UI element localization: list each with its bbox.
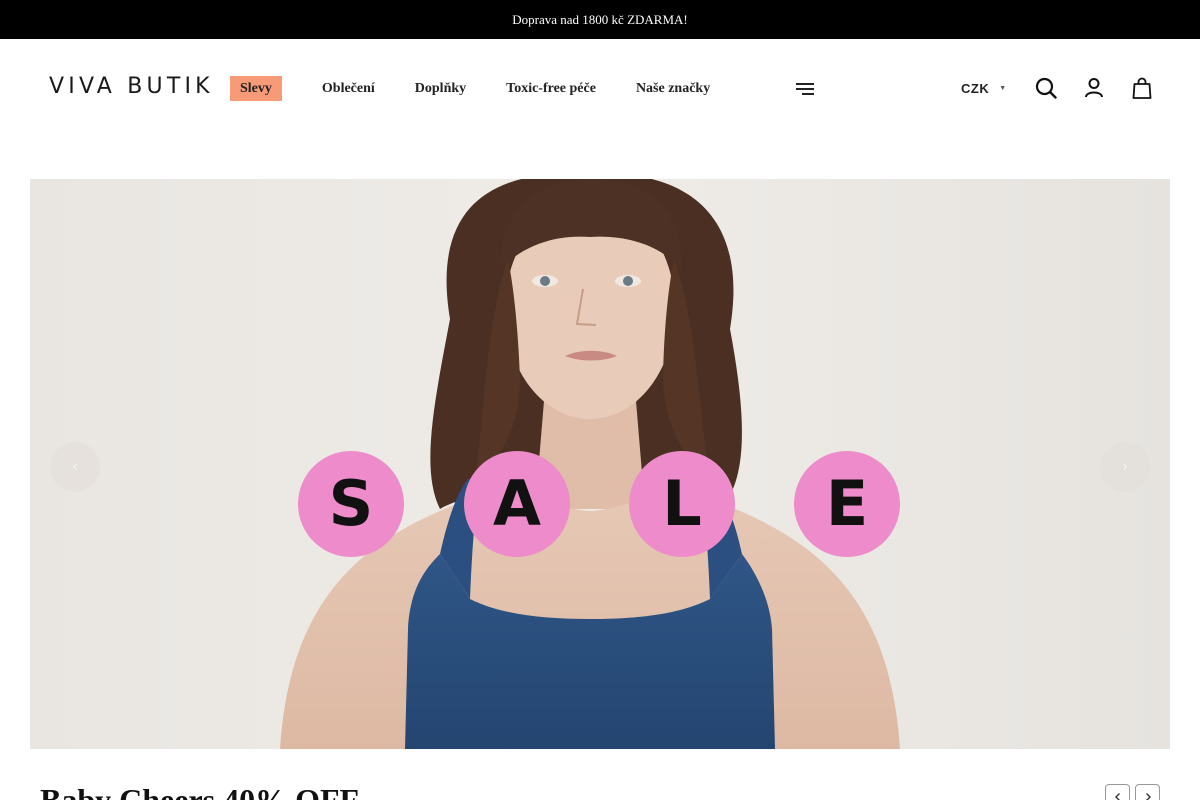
carousel-prev-button[interactable] (1105, 784, 1130, 800)
hero-next-button[interactable]: › (1100, 442, 1150, 492)
sale-letter-l: L (629, 451, 735, 557)
account-icon[interactable] (1083, 77, 1105, 99)
site-header: VIVA BUTIK Slevy Oblečení Doplňky Toxic-… (0, 39, 1200, 139)
search-icon[interactable] (1035, 77, 1057, 99)
sale-letter-e: E (794, 451, 900, 557)
hero-prev-button[interactable]: ‹ (50, 442, 100, 492)
sale-letter-a: A (464, 451, 570, 557)
nav-item-nase-znacky[interactable]: Naše značky (636, 76, 710, 101)
announcement-bar: Doprava nad 1800 kč ZDARMA! (0, 0, 1200, 39)
currency-selector[interactable]: CZK ▼ (961, 79, 1007, 97)
currency-label: CZK (961, 80, 990, 96)
logo[interactable]: VIVA BUTIK (49, 75, 214, 99)
announcement-text: Doprava nad 1800 kč ZDARMA! (512, 11, 688, 27)
hero-banner[interactable]: ‹ › S A L E (30, 179, 1170, 749)
sale-letter-s: S (298, 451, 404, 557)
chevron-right-icon (1145, 792, 1151, 800)
main-nav: Slevy Oblečení Doplňky Toxic-free péče N… (230, 76, 750, 101)
chevron-left-icon (1114, 792, 1120, 800)
cart-icon[interactable] (1131, 77, 1153, 99)
hero-image (30, 179, 1170, 749)
chevron-down-icon: ▼ (999, 84, 1007, 92)
chevron-right-icon: › (1122, 459, 1128, 475)
nav-item-toxic-free-pece[interactable]: Toxic-free péče (506, 76, 596, 101)
nav-item-slevy[interactable]: Slevy (230, 76, 282, 101)
nav-item-obleceni[interactable]: Oblečení (322, 76, 375, 101)
chevron-left-icon: ‹ (72, 459, 78, 475)
menu-icon[interactable] (796, 83, 814, 95)
carousel-next-button[interactable] (1135, 784, 1160, 800)
section-title: Baby Cheers 40% OFF (40, 782, 360, 800)
nav-item-doplnky[interactable]: Doplňky (415, 76, 466, 101)
